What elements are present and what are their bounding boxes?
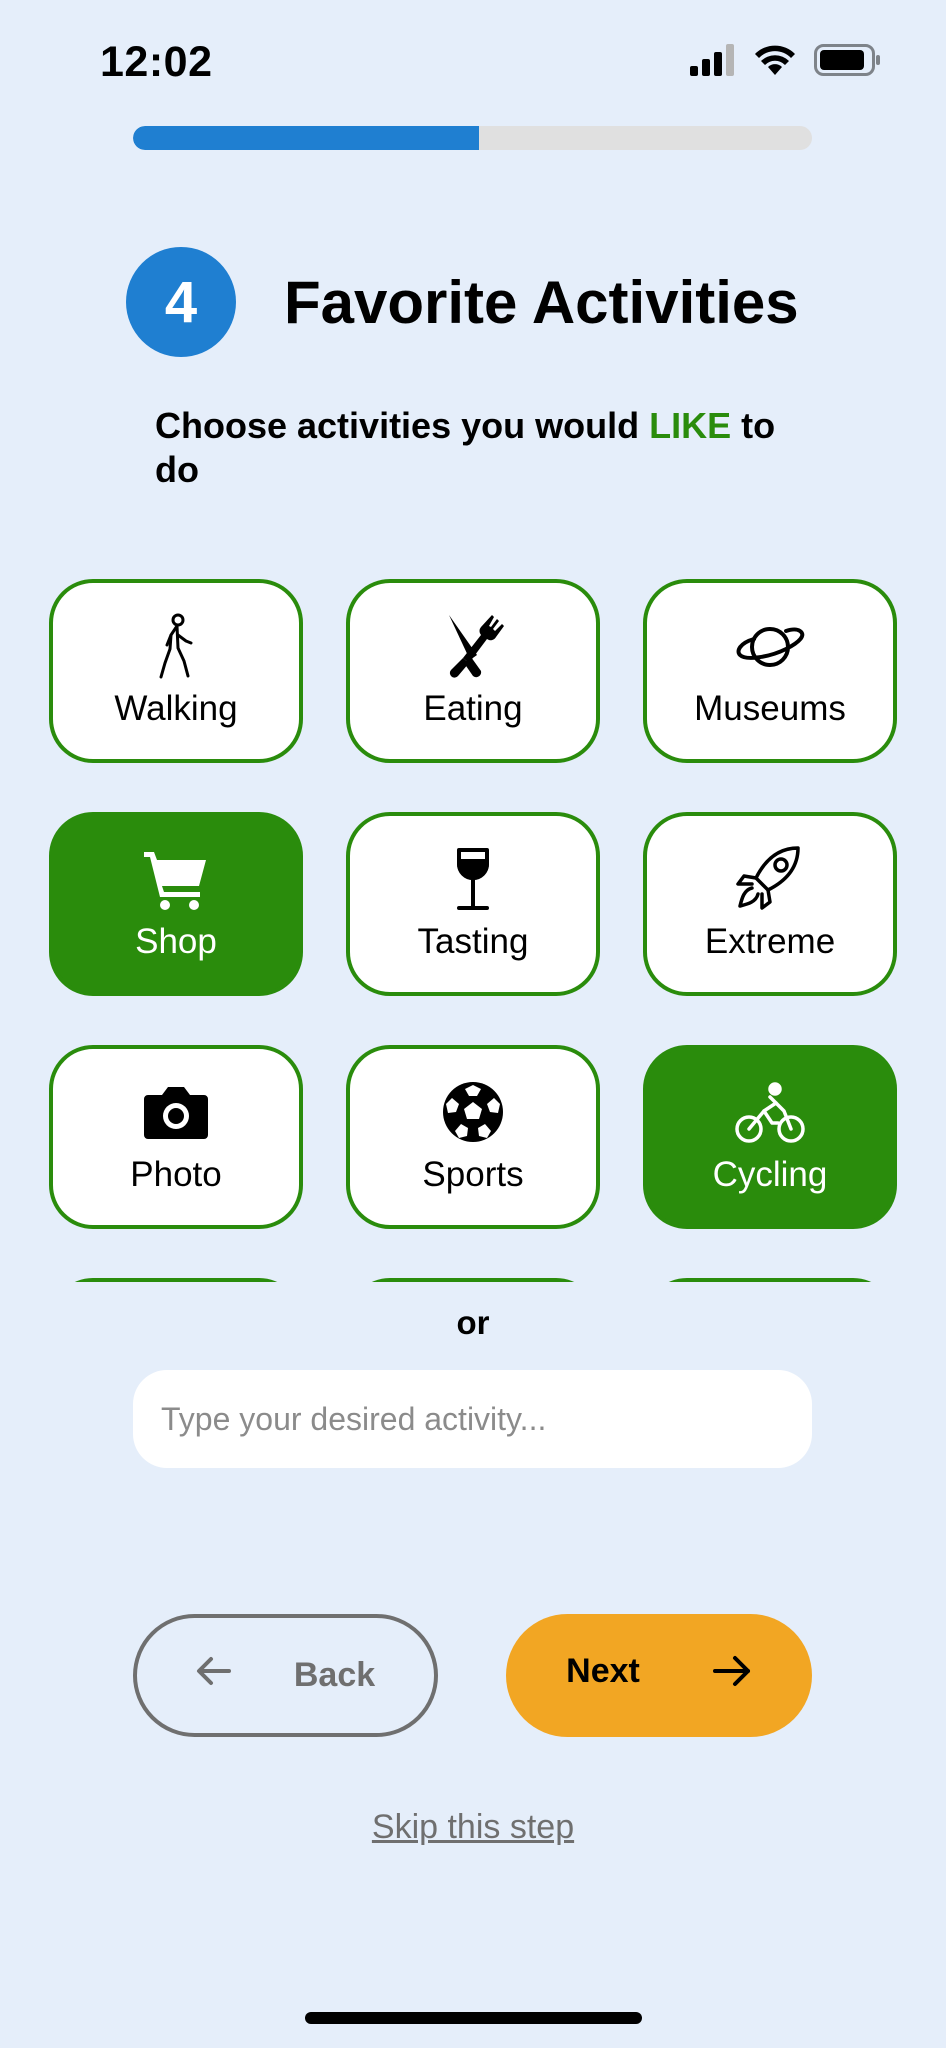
activity-label: Shop <box>135 922 217 961</box>
status-icons <box>690 44 882 81</box>
activity-tile-museums[interactable]: Museums <box>643 579 897 763</box>
shopping-cart-icon <box>140 846 212 912</box>
activity-label: Photo <box>130 1155 222 1194</box>
page-title: Favorite Activities <box>284 269 799 336</box>
home-indicator[interactable] <box>305 2012 642 2024</box>
wifi-icon <box>754 44 796 81</box>
signal-icon <box>690 44 736 81</box>
fork-knife-icon <box>437 613 509 679</box>
activity-tile-partial[interactable] <box>346 1278 600 1282</box>
activity-label: Extreme <box>704 922 836 961</box>
camera-icon <box>140 1079 212 1145</box>
back-button[interactable]: Back <box>133 1614 438 1737</box>
activity-label: Cycling <box>712 1155 828 1194</box>
activity-tile-tasting[interactable]: Tasting <box>346 812 600 996</box>
status-bar: 12:02 <box>0 0 946 120</box>
status-time: 12:02 <box>100 38 213 86</box>
activity-tile-shop[interactable]: Shop <box>49 812 303 996</box>
activity-tile-eating[interactable]: Eating <box>346 579 600 763</box>
step-number-badge: 4 <box>126 247 236 357</box>
battery-icon <box>814 44 882 81</box>
subtitle-text-before: Choose activities you would <box>155 405 650 446</box>
rocket-icon <box>734 846 806 912</box>
arrow-right-icon <box>712 1655 752 1696</box>
cyclist-icon <box>734 1079 806 1145</box>
activity-tile-partial[interactable] <box>49 1278 303 1282</box>
arrow-left-icon <box>196 1656 232 1695</box>
progress-bar <box>133 126 812 150</box>
planet-icon <box>734 613 806 679</box>
skip-step-link[interactable]: Skip this step <box>0 1808 946 1847</box>
custom-activity-input[interactable] <box>133 1370 812 1468</box>
progress-fill <box>133 126 480 150</box>
subtitle: Choose activities you would LIKE to do <box>155 404 815 492</box>
activity-tile-sports[interactable]: Sports <box>346 1045 600 1229</box>
walking-person-icon <box>140 613 212 679</box>
wine-glass-icon <box>437 846 509 912</box>
activity-grid[interactable]: Walking Eating Museums Shop Tasting Extr… <box>0 560 946 1282</box>
back-button-label: Back <box>293 1656 376 1694</box>
activity-tile-photo[interactable]: Photo <box>49 1045 303 1229</box>
activity-tile-walking[interactable]: Walking <box>49 579 303 763</box>
activity-label: Tasting <box>417 922 529 961</box>
soccer-ball-icon <box>437 1079 509 1145</box>
activity-label: Eating <box>423 689 523 728</box>
activity-label: Sports <box>422 1155 524 1194</box>
subtitle-highlight: LIKE <box>649 405 732 446</box>
activity-tile-extreme[interactable]: Extreme <box>643 812 897 996</box>
activity-label: Walking <box>114 689 238 728</box>
activity-tile-partial[interactable] <box>643 1278 897 1282</box>
activity-tile-cycling[interactable]: Cycling <box>643 1045 897 1229</box>
activity-label: Museums <box>694 689 846 728</box>
or-divider: or <box>456 1304 490 1341</box>
next-button[interactable]: Next <box>506 1614 812 1737</box>
next-button-label: Next <box>566 1652 640 1690</box>
